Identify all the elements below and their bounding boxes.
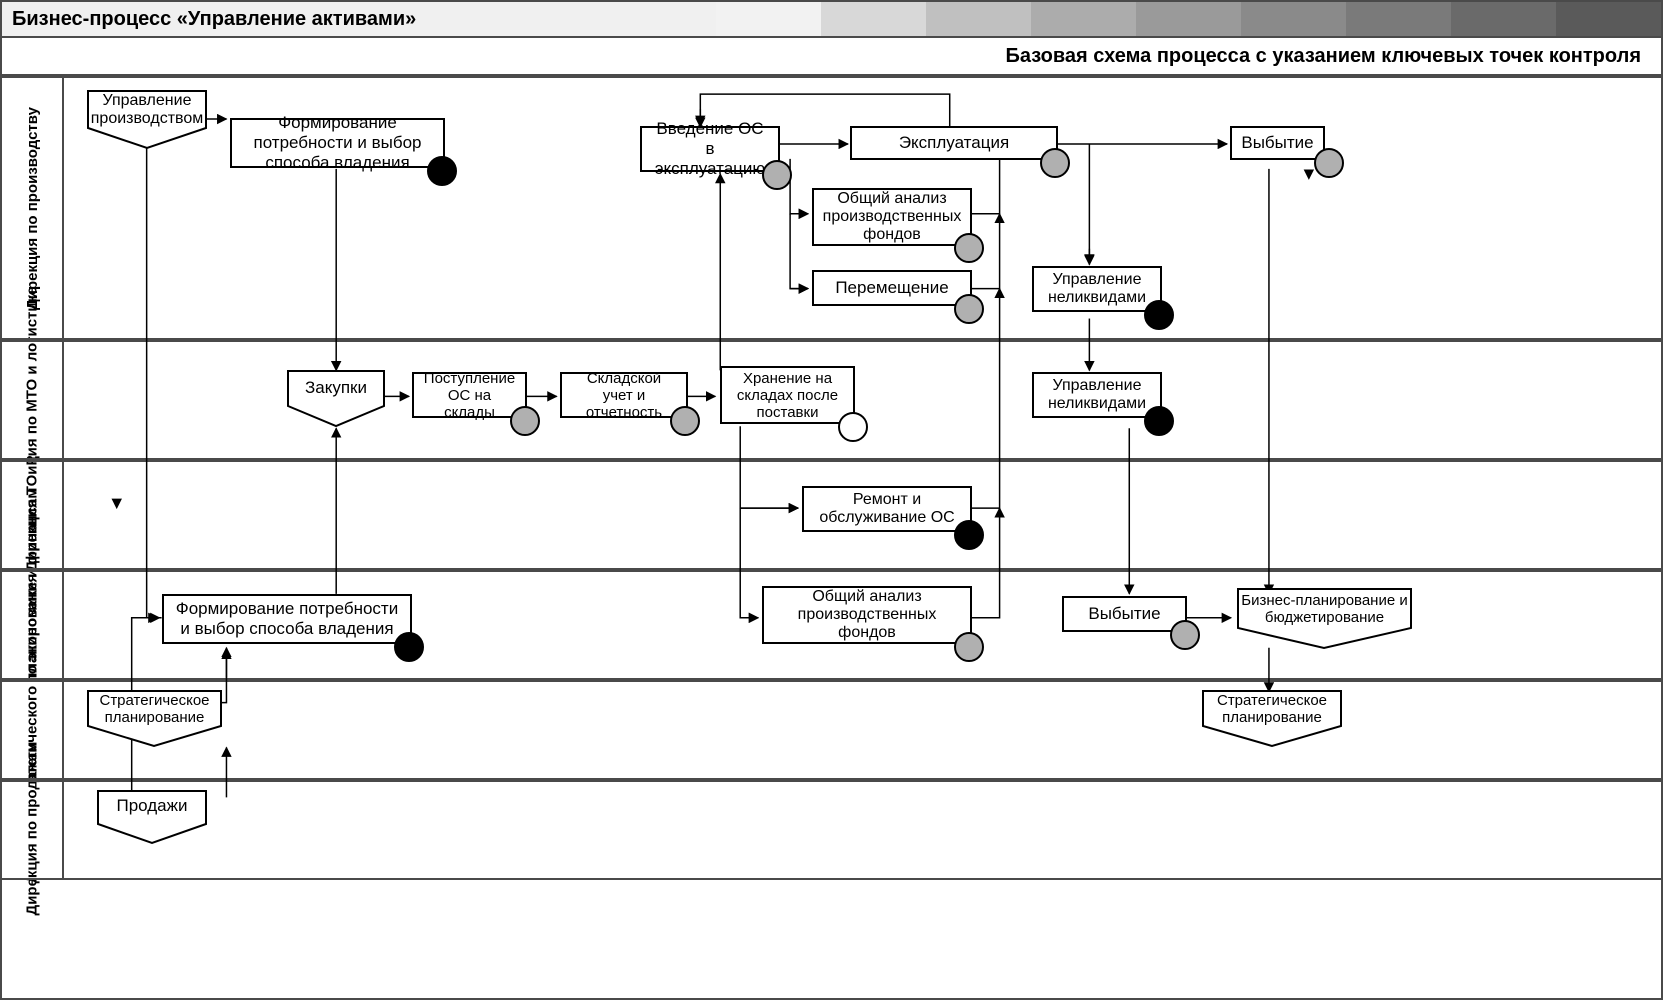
lane-divider <box>2 338 1661 342</box>
header-bar: Бизнес-процесс «Управление активами» <box>2 2 1661 38</box>
box-disposal2: Выбытие <box>1062 596 1187 632</box>
offpage-purchases-label: Закупки <box>287 378 385 398</box>
subtitle-bar: Базовая схема процесса с указанием ключе… <box>2 38 1661 78</box>
control-point-gray <box>1314 148 1344 178</box>
control-point-gray <box>510 406 540 436</box>
box-disposal: Выбытие <box>1230 126 1325 160</box>
swimlanes: Дирекция по производству Дирекция по МТО… <box>2 78 1661 1000</box>
control-point-black <box>1144 406 1174 436</box>
control-point-black <box>394 632 424 662</box>
header-title: Бизнес-процесс «Управление активами» <box>12 8 416 31</box>
subtitle-text: Базовая схема процесса с указанием ключе… <box>1005 45 1641 68</box>
control-point-black <box>427 156 457 186</box>
box-repair: Ремонт и обслуживание ОС <box>802 486 972 532</box>
control-point-black <box>954 520 984 550</box>
control-point-gray <box>670 406 700 436</box>
control-point-gray <box>762 160 792 190</box>
box-os-intro: Введение ОС в эксплуатацию <box>640 126 780 172</box>
lane-divider <box>2 778 1661 782</box>
control-point-gray <box>954 294 984 324</box>
diagram-container: Бизнес-процесс «Управление активами» Баз… <box>0 0 1663 1000</box>
control-point-gray <box>1170 620 1200 650</box>
lane-divider <box>2 678 1661 682</box>
lane-divider <box>2 458 1661 462</box>
box-storage: Хранение на складах после поставки <box>720 366 855 424</box>
offpage-prod-mgmt-label: Управление производством <box>87 92 207 128</box>
lane-label-mto: Дирекция по МТО и логистике <box>2 338 64 458</box>
control-point-white <box>838 412 868 442</box>
offpage-strat-label: Стратегическое планирование <box>87 692 222 726</box>
control-point-gray <box>954 233 984 263</box>
box-fund-analysis: Общий анализ производственных фондов <box>812 188 972 246</box>
box-illiquid-mgmt2: Управление неликвидами <box>1032 372 1162 418</box>
box-need-formation: Формирование потребности и выбор способа… <box>230 118 445 168</box>
control-point-gray <box>1040 148 1070 178</box>
gradient-bar <box>716 2 1661 36</box>
box-fund-analysis2: Общий анализ производственных фондов <box>762 586 972 644</box>
box-os-receipt: Поступление ОС на склады <box>412 372 527 418</box>
box-exploit: Эксплуатация <box>850 126 1058 160</box>
control-point-black <box>1144 300 1174 330</box>
box-warehouse-acct: Складской учет и отчетность <box>560 372 688 418</box>
lane-label-sales: Дирекция по продажам <box>2 778 64 878</box>
lane-divider <box>2 878 1661 880</box>
box-movement: Перемещение <box>812 270 972 306</box>
box-illiquid-mgmt: Управление неликвидами <box>1032 266 1162 312</box>
lane-divider <box>2 568 1661 572</box>
offpage-bizplan-label: Бизнес-планирование и бюджетирование <box>1237 592 1412 626</box>
offpage-sales-label: Продажи <box>97 796 207 816</box>
control-point-gray <box>954 632 984 662</box>
offpage-strat2-label: Стратегическое планирование <box>1202 692 1342 726</box>
box-need-formation2: Формирование потребности и выбор способа… <box>162 594 412 644</box>
